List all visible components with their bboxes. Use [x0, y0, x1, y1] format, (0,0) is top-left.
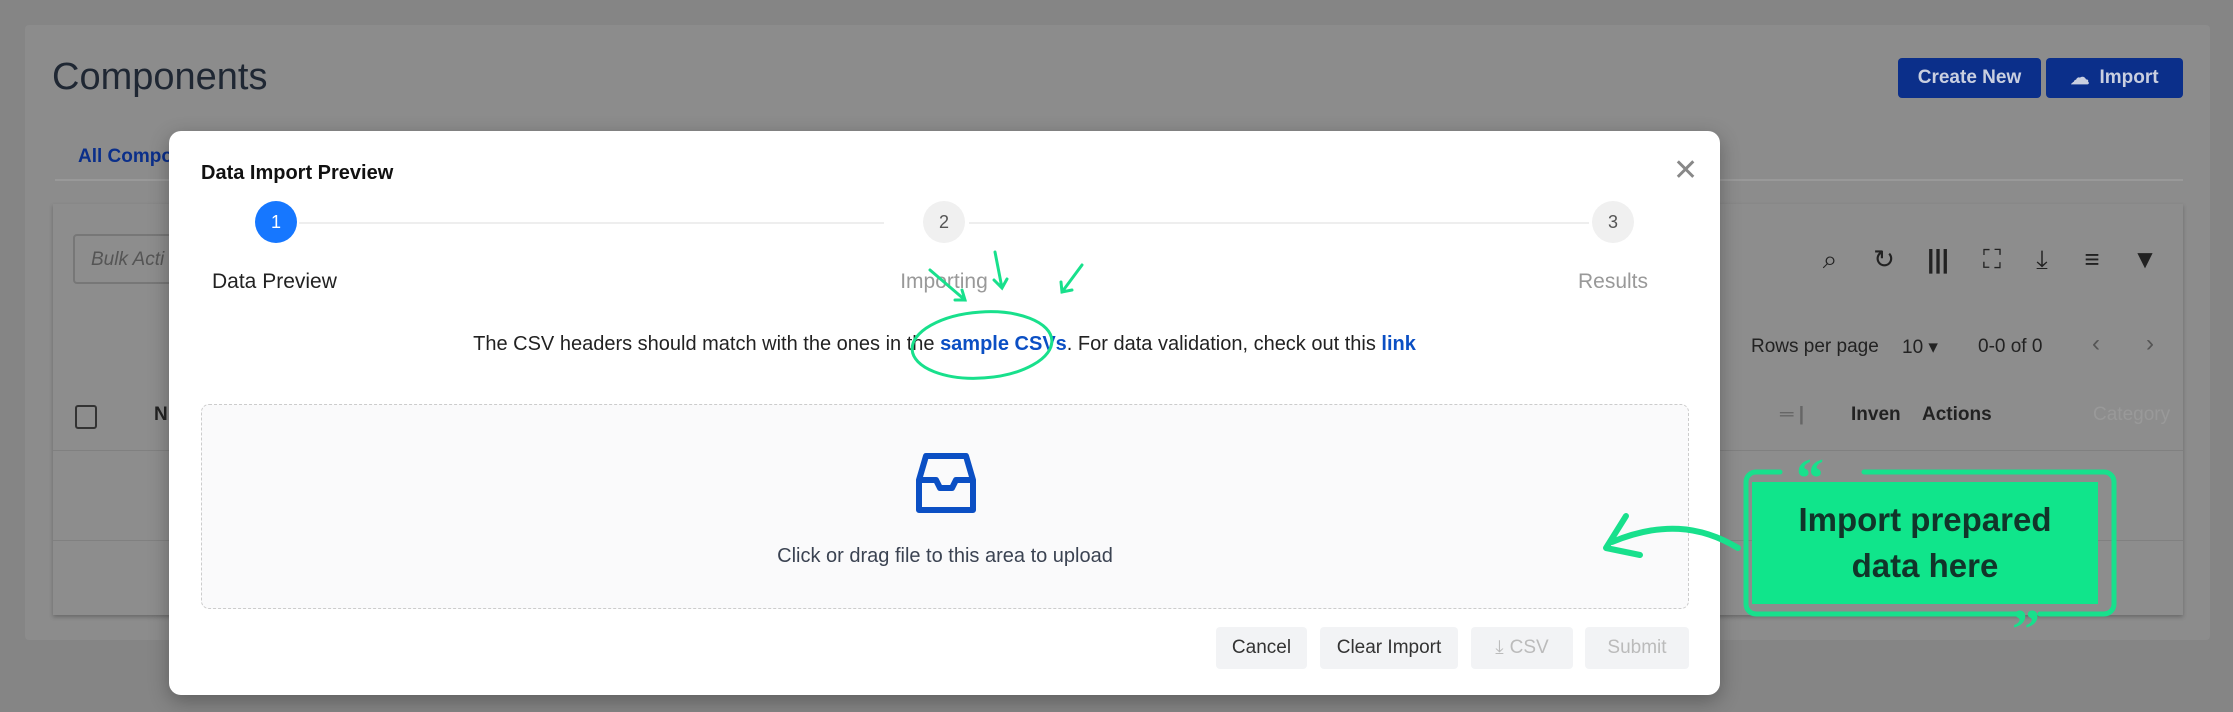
arrow-icon	[1059, 263, 1084, 294]
quote-close-icon: ”	[2012, 599, 2040, 661]
highlight-circle	[910, 310, 1054, 380]
annotation-overlay: “ ”	[910, 250, 2117, 661]
pointer-arrow-icon	[1609, 525, 1741, 551]
arrow-icon	[992, 250, 1009, 291]
arrow-icon	[928, 268, 968, 302]
annotation-callout: Import prepared data here	[1752, 482, 2098, 604]
